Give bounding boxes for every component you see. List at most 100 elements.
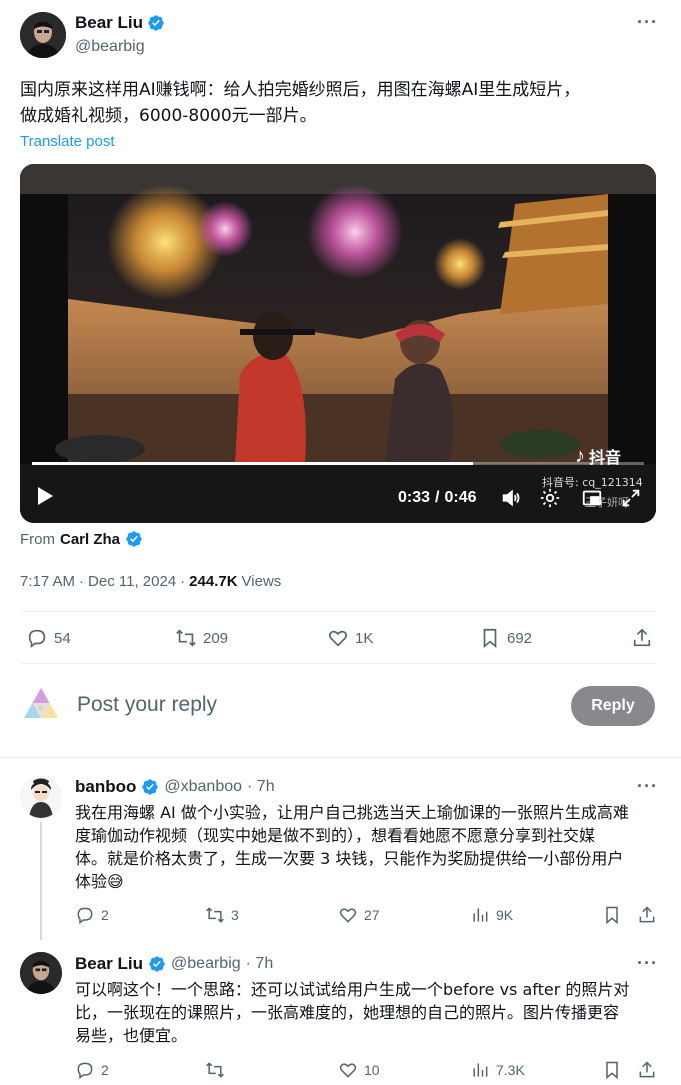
views-chart-icon — [473, 908, 488, 922]
reply-submit-button[interactable]: Reply — [571, 686, 655, 726]
reply-icon — [77, 907, 93, 924]
reply-age[interactable]: · 7h — [246, 955, 274, 973]
video-current-time: 0:33 — [398, 489, 431, 506]
reply-text-line-2: 比，一张现在的课照片，一张高难度的，她理想的自己的照片。图片传播更容 — [75, 1003, 620, 1022]
more-options-icon[interactable]: ··· — [637, 953, 658, 974]
watermark-brand: 抖音 — [589, 448, 622, 467]
reply-button[interactable]: 2 — [75, 905, 109, 925]
reply-author-name[interactable]: banboo — [75, 777, 136, 797]
reply-text-line-3: 体。就是价格太贵了，生成一次要 3 块钱，只能作为奖励提供给一小部份用户 — [75, 849, 624, 868]
reply-avatar-banboo[interactable] — [20, 776, 62, 818]
like-button[interactable]: 27 — [338, 905, 380, 925]
share-icon — [639, 1061, 655, 1078]
reply-text-line-1: 我在用海螺 AI 做个小实验，让用户自己挑选当天上瑜伽课的一张照片生成高难 — [75, 803, 629, 822]
share-icon — [633, 628, 651, 647]
views-button[interactable]: 7.3K — [470, 1060, 525, 1080]
bookmark-button[interactable] — [602, 905, 622, 925]
views-chart-icon — [473, 1063, 488, 1077]
views-button[interactable]: 9K — [470, 905, 513, 925]
bookmark-button[interactable]: 692 — [479, 627, 532, 649]
thread-connector — [40, 822, 42, 940]
share-button[interactable] — [631, 627, 653, 649]
share-button[interactable] — [637, 1060, 657, 1080]
reply-text-line-1: 可以啊这个！一个思路：还可以试试给用户生成一个before vs after 的… — [75, 980, 630, 999]
source-verified-badge-icon — [126, 531, 142, 547]
reply-text-line-2: 度瑜伽动作视频（现实中她是做不到的），想看看她愿不愿意分享到社交媒 — [75, 826, 596, 845]
dock-player-icon[interactable] — [581, 487, 603, 514]
reply-count: 2 — [101, 1062, 109, 1078]
bookmark-count: 692 — [507, 629, 533, 647]
reply-avatar-bearliu[interactable] — [20, 952, 62, 994]
share-button[interactable] — [637, 905, 657, 925]
reply-author-handle[interactable]: @bearbig — [171, 955, 241, 973]
reply-count: 2 — [101, 907, 109, 923]
reply-author-name[interactable]: Bear Liu — [75, 954, 143, 974]
section-divider — [0, 757, 681, 758]
video-progress-track[interactable] — [32, 462, 644, 465]
video-time-separator: / — [435, 489, 440, 506]
tweet-time[interactable]: 7:17 AM — [20, 573, 75, 590]
video-frame — [20, 164, 656, 523]
views-count: 244.7K — [189, 573, 238, 590]
repost-button[interactable]: 209 — [175, 627, 228, 649]
tweet-text-line-2: 做成婚礼视频，6000-8000元一部片。 — [20, 106, 317, 126]
reply-text-line-4: 体验😅 — [75, 872, 124, 891]
author-handle[interactable]: @bearbig — [75, 38, 145, 56]
views-count: 7.3K — [496, 1062, 525, 1078]
repost-icon — [206, 907, 224, 923]
volume-icon[interactable] — [500, 487, 522, 514]
repost-count: 209 — [203, 629, 229, 647]
repost-icon — [176, 629, 196, 647]
like-heart-icon — [328, 630, 348, 647]
translate-post-link[interactable]: Translate post — [20, 133, 115, 150]
views-count: 9K — [496, 907, 514, 923]
more-options-icon[interactable]: ··· — [637, 776, 658, 797]
like-heart-icon — [339, 908, 357, 923]
reply-author-handle[interactable]: @xbanboo — [164, 778, 242, 796]
play-icon[interactable] — [36, 486, 54, 511]
verified-badge-icon — [149, 956, 165, 972]
tweet-date[interactable]: Dec 11, 2024 — [88, 573, 176, 590]
video-duration: 0:46 — [444, 489, 477, 506]
divider — [20, 663, 656, 664]
reply-count: 54 — [54, 629, 71, 647]
my-avatar[interactable] — [20, 684, 62, 726]
settings-gear-icon[interactable] — [539, 487, 561, 514]
more-options-icon[interactable]: ··· — [637, 12, 658, 33]
like-button[interactable]: 1K — [327, 627, 373, 649]
reply-input[interactable]: Post your reply — [77, 693, 217, 717]
bookmark-icon — [606, 906, 618, 925]
like-button[interactable]: 10 — [338, 1060, 380, 1080]
fullscreen-icon[interactable] — [620, 487, 642, 514]
views-label: Views — [241, 573, 282, 590]
meta-separator: · — [79, 573, 85, 590]
author-name[interactable]: Bear Liu — [75, 13, 143, 33]
reply-text-line-3: 易些，也便宜。 — [75, 1026, 188, 1045]
reply-age[interactable]: · 7h — [247, 778, 275, 796]
bookmark-button[interactable] — [602, 1060, 622, 1080]
reply-button[interactable]: 2 — [75, 1060, 109, 1080]
repost-count: 3 — [231, 907, 239, 923]
like-count: 1K — [355, 629, 374, 647]
reply-icon — [28, 629, 46, 648]
repost-icon — [206, 1062, 224, 1078]
verified-badge-icon — [142, 779, 159, 795]
source-name[interactable]: Carl Zha — [60, 531, 120, 548]
reply-button[interactable]: 54 — [26, 627, 71, 649]
bookmark-icon — [606, 1061, 618, 1080]
tweet-text-line-1: 国内原来这样用AI赚钱啊：给人拍完婚纱照后，用图在海螺AI里生成短片， — [20, 80, 581, 100]
reply-icon — [77, 1062, 93, 1079]
author-avatar[interactable] — [20, 12, 66, 58]
repost-button[interactable] — [205, 1060, 231, 1080]
divider — [20, 611, 656, 612]
share-icon — [639, 906, 655, 923]
repost-button[interactable]: 3 — [205, 905, 239, 925]
source-prefix: From — [20, 530, 55, 548]
tiktok-logo-icon: ♪ — [575, 444, 585, 467]
like-heart-icon — [339, 1063, 357, 1078]
bookmark-icon — [483, 628, 497, 649]
video-player[interactable]: ♪ 抖音 抖音号: cq_121314 王子妍呀 0:33 / 0:46 — [20, 164, 656, 523]
meta-separator-2: · — [180, 573, 186, 590]
verified-badge-icon — [148, 15, 164, 31]
like-count: 10 — [364, 1062, 380, 1078]
